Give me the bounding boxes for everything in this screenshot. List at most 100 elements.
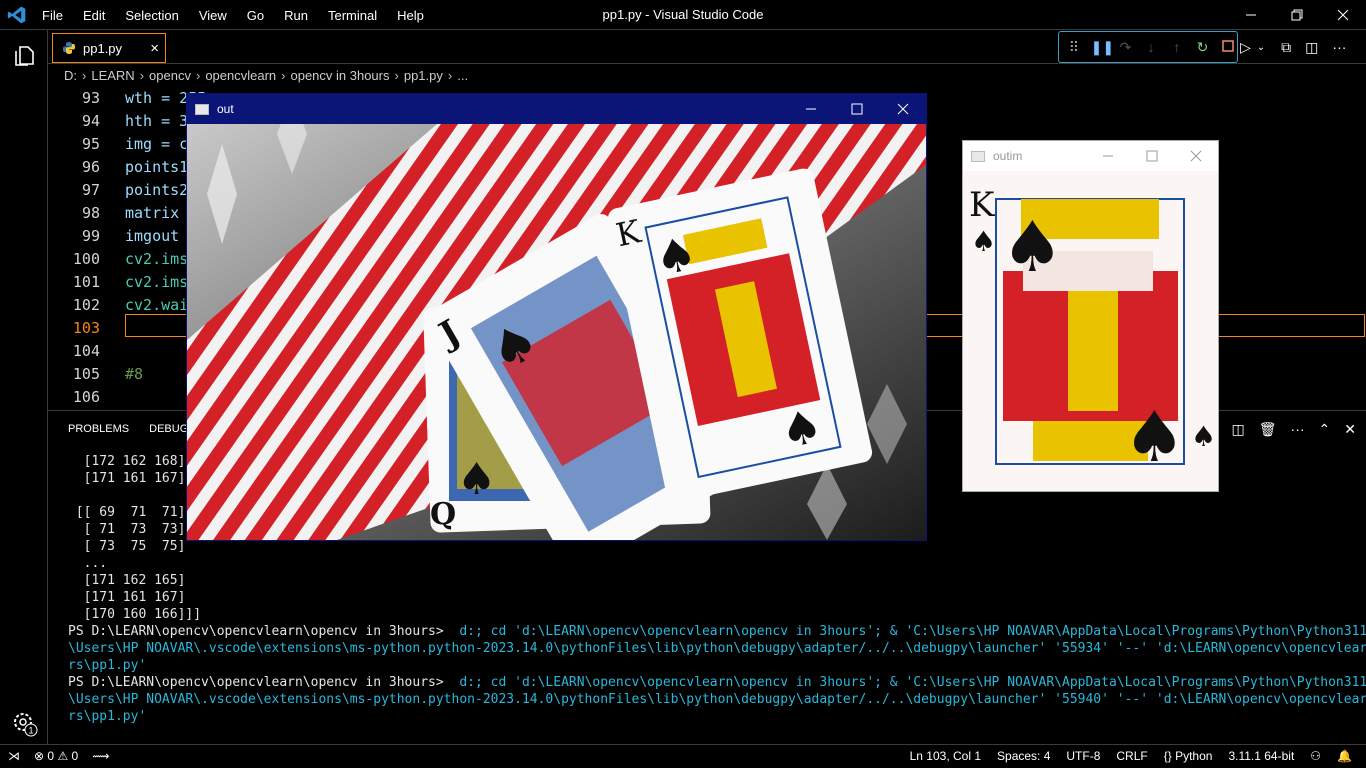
- breadcrumb-item[interactable]: ...: [457, 68, 468, 83]
- terminal-line: \Users\HP NOAVAR\.vscode\extensions\ms-p…: [68, 692, 1366, 707]
- run-config-icon[interactable]: ⧉: [1281, 39, 1291, 56]
- settings-icon[interactable]: 1: [11, 710, 39, 738]
- encoding[interactable]: UTF-8: [1066, 749, 1100, 763]
- chevron-down-icon[interactable]: ⌄: [1257, 42, 1265, 53]
- line-number: 104: [72, 341, 100, 360]
- breadcrumb-item[interactable]: pp1.py: [404, 68, 443, 83]
- restart-icon[interactable]: ↻: [1194, 38, 1212, 56]
- activity-bar: 1: [0, 30, 48, 744]
- menu-item-edit[interactable]: Edit: [73, 8, 115, 23]
- cursor-position[interactable]: Ln 103, Col 1: [910, 749, 981, 763]
- line-number: 100: [72, 249, 100, 268]
- pause-icon[interactable]: ❚❚: [1091, 38, 1114, 56]
- line-number: 94: [81, 111, 100, 130]
- restore-icon[interactable]: [1274, 0, 1320, 30]
- interpreter-version[interactable]: 3.11.1 64-bit: [1228, 749, 1294, 763]
- menu-item-selection[interactable]: Selection: [115, 8, 188, 23]
- menu-item-view[interactable]: View: [189, 8, 237, 23]
- chevron-up-icon[interactable]: ⌃: [1319, 421, 1331, 438]
- breadcrumb-separator-icon: ›: [447, 67, 453, 83]
- close-panel-icon[interactable]: ✕: [1344, 421, 1356, 438]
- terminal-line: rs\pp1.py': [68, 658, 147, 673]
- line-number: 98: [81, 203, 100, 222]
- maximize-icon[interactable]: [834, 94, 880, 124]
- line-number: 102: [72, 295, 100, 314]
- vscode-logo-icon: [7, 6, 26, 24]
- outim-titlebar[interactable]: outim: [963, 141, 1218, 171]
- out-titlebar[interactable]: out: [187, 94, 926, 124]
- code-text: #8: [125, 364, 144, 383]
- terminal-prompt: PS D:\LEARN\opencv\opencvlearn\opencv in…: [68, 624, 444, 639]
- code-text: imgout: [125, 226, 180, 245]
- maximize-icon[interactable]: [1130, 141, 1174, 171]
- step-out-icon[interactable]: ↑: [1168, 38, 1186, 56]
- breadcrumb-separator-icon: ›: [281, 67, 286, 83]
- svg-text:♠: ♠: [1001, 206, 1064, 288]
- code-text: cv2.wai: [125, 295, 189, 314]
- opencv-window-outim[interactable]: outim K ♠ ♠ ♠ ♠: [962, 140, 1219, 492]
- menu-item-file[interactable]: File: [32, 8, 73, 23]
- play-icon[interactable]: ▷: [1240, 39, 1251, 56]
- menu-item-terminal[interactable]: Terminal: [318, 8, 387, 23]
- outim-rank-top: K: [969, 185, 995, 225]
- panel-tab[interactable]: PROBLEMS: [68, 423, 129, 435]
- tab-pp1[interactable]: pp1.py ×: [52, 33, 166, 63]
- error-count: 0: [47, 749, 55, 763]
- more-actions-icon[interactable]: ···: [1332, 39, 1346, 55]
- code-text: cv2.ims: [125, 249, 189, 268]
- window-app-icon: [971, 150, 985, 162]
- code-text: img = c: [125, 134, 189, 153]
- indentation[interactable]: Spaces: 4: [997, 749, 1050, 763]
- split-terminal-icon[interactable]: ◫: [1232, 421, 1245, 438]
- close-icon[interactable]: [1320, 0, 1366, 30]
- vscode-window: File Edit Selection View Go Run Terminal Help p…: [0, 0, 1366, 768]
- remote-icon[interactable]: ⋊: [8, 749, 20, 763]
- bell-icon[interactable]: 🔔: [1337, 749, 1352, 763]
- svg-text:♠: ♠: [1191, 420, 1216, 453]
- out-window-title: out: [217, 102, 234, 116]
- more-icon[interactable]: ···: [1291, 421, 1305, 438]
- menu-item-run[interactable]: Run: [274, 8, 318, 23]
- step-into-icon[interactable]: ↓: [1142, 38, 1160, 56]
- terminal-line: [171 162 165]: [68, 573, 186, 588]
- minimize-icon[interactable]: [1086, 141, 1130, 171]
- code-text: cv2.ims: [125, 272, 189, 291]
- close-icon[interactable]: [1174, 141, 1218, 171]
- breadcrumb-item[interactable]: opencv in 3hours: [290, 68, 389, 83]
- opencv-window-out[interactable]: out Q ♠ J ♠ K ♠ ♠: [186, 93, 927, 572]
- breadcrumb-item[interactable]: D:: [64, 68, 77, 83]
- trash-icon[interactable]: 🗑: [1259, 421, 1277, 438]
- line-ending[interactable]: CRLF: [1116, 749, 1147, 763]
- drag-handle-icon[interactable]: ⠿: [1065, 38, 1083, 56]
- minimize-icon[interactable]: [788, 94, 834, 124]
- debug-status-icon[interactable]: ⟿: [92, 749, 109, 763]
- line-number: 95: [81, 134, 100, 153]
- breadcrumb-item[interactable]: LEARN: [91, 68, 134, 83]
- python-file-icon: [63, 42, 75, 54]
- stop-icon[interactable]: [1219, 38, 1237, 56]
- accounts-icon[interactable]: ⚇: [1310, 749, 1321, 763]
- breadcrumb-item[interactable]: opencv: [149, 68, 191, 83]
- svg-text:♠: ♠: [971, 225, 996, 258]
- line-number: 96: [81, 157, 100, 176]
- menu-item-help[interactable]: Help: [387, 8, 434, 23]
- problems-status[interactable]: ⊗ 0 ⚠ 0: [34, 749, 78, 763]
- terminal-line: rs\pp1.py': [68, 709, 147, 724]
- step-over-icon[interactable]: ↷: [1117, 38, 1135, 56]
- split-editor-icon[interactable]: ◫: [1305, 39, 1318, 56]
- tab-label: pp1.py: [83, 40, 123, 56]
- language-mode[interactable]: {} Python: [1164, 749, 1213, 763]
- minimize-icon[interactable]: [1228, 0, 1274, 30]
- breadcrumb-item[interactable]: opencvlearn: [205, 68, 276, 83]
- terminal-line: ...: [68, 556, 108, 571]
- explorer-icon[interactable]: [12, 44, 36, 68]
- line-number: 99: [81, 226, 100, 245]
- terminal-command-line: PS D:\LEARN\opencv\opencvlearn\opencv in…: [68, 623, 1366, 640]
- terminal-command: d:; cd 'd:\LEARN\opencv\opencvlearn\open…: [459, 675, 1366, 690]
- terminal-line: \Users\HP NOAVAR\.vscode\extensions\ms-p…: [68, 641, 1366, 656]
- menu-item-go[interactable]: Go: [237, 8, 274, 23]
- tab-close-icon[interactable]: ×: [150, 40, 159, 57]
- terminal-line: [170 160 166]]]: [68, 607, 202, 622]
- close-icon[interactable]: [880, 94, 926, 124]
- line-number: 101: [72, 272, 100, 291]
